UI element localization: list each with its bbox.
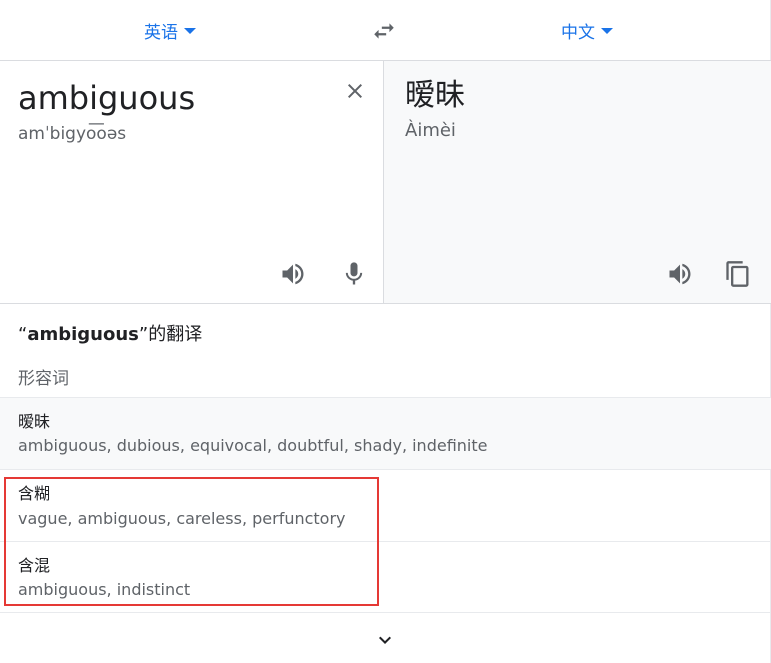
translated-romanization: Àimèi xyxy=(405,120,456,141)
dictionary-title-open-quote: “ xyxy=(18,324,28,345)
target-language-selector[interactable]: 中文 xyxy=(561,16,613,44)
dictionary-entry[interactable]: 暧昧 ambiguous, dubious, equivocal, doubtf… xyxy=(0,397,771,469)
source-phonetic: amˈbigyo͞oəs xyxy=(18,124,127,144)
target-language-label: 中文 xyxy=(561,22,595,43)
swap-languages-button[interactable] xyxy=(370,17,398,45)
language-bar: 英语 中文 xyxy=(0,0,771,61)
part-of-speech-label: 形容词 xyxy=(18,369,69,389)
speaker-icon xyxy=(669,263,691,285)
translate-app: 英语 中文 ambiguous amˈbigyo͞oəs 暧昧 Àimèi “a… xyxy=(0,0,771,663)
microphone-icon xyxy=(345,262,363,285)
source-panel: ambiguous amˈbigyo͞oəs xyxy=(0,61,384,304)
microphone-button[interactable] xyxy=(339,259,369,289)
copy-icon xyxy=(726,261,749,287)
expand-dictionary-button[interactable] xyxy=(371,626,399,654)
source-language-label: 英语 xyxy=(144,22,178,43)
translated-text: 暧昧 xyxy=(405,78,465,113)
speaker-icon xyxy=(282,263,304,285)
swap-languages-icon xyxy=(374,23,394,39)
source-speaker-button[interactable] xyxy=(278,259,308,289)
section-divider xyxy=(0,612,771,613)
entry-word: 暧昧 xyxy=(18,412,51,431)
dictionary-title: “ambiguous”的翻译 xyxy=(18,323,202,347)
dictionary-entry[interactable]: 含糊 vague, ambiguous, careless, perfuncto… xyxy=(0,469,771,541)
caret-down-icon xyxy=(184,28,196,34)
target-panel: 暧昧 Àimèi xyxy=(384,61,771,304)
close-icon xyxy=(348,84,362,98)
clear-source-button[interactable] xyxy=(340,76,370,106)
entry-word: 含混 xyxy=(18,556,51,575)
target-speaker-button[interactable] xyxy=(665,259,695,289)
entry-synonyms: vague, ambiguous, careless, perfunctory xyxy=(18,509,346,528)
dictionary-entry[interactable]: 含混 ambiguous, indistinct xyxy=(0,541,771,612)
copy-translation-button[interactable] xyxy=(723,259,753,289)
chevron-down-icon xyxy=(379,636,391,644)
dictionary-title-word: ambiguous xyxy=(27,324,139,345)
dictionary-section: “ambiguous”的翻译 形容词 暧昧 ambiguous, dubious… xyxy=(0,305,771,663)
caret-down-icon xyxy=(601,28,613,34)
entry-synonyms: ambiguous, indistinct xyxy=(18,580,191,599)
source-language-selector[interactable]: 英语 xyxy=(144,16,196,44)
dictionary-title-suffix: ”的翻译 xyxy=(138,324,203,345)
entry-word: 含糊 xyxy=(18,484,51,503)
entry-synonyms: ambiguous, dubious, equivocal, doubtful,… xyxy=(18,436,488,455)
source-text-input[interactable]: ambiguous xyxy=(18,78,195,118)
